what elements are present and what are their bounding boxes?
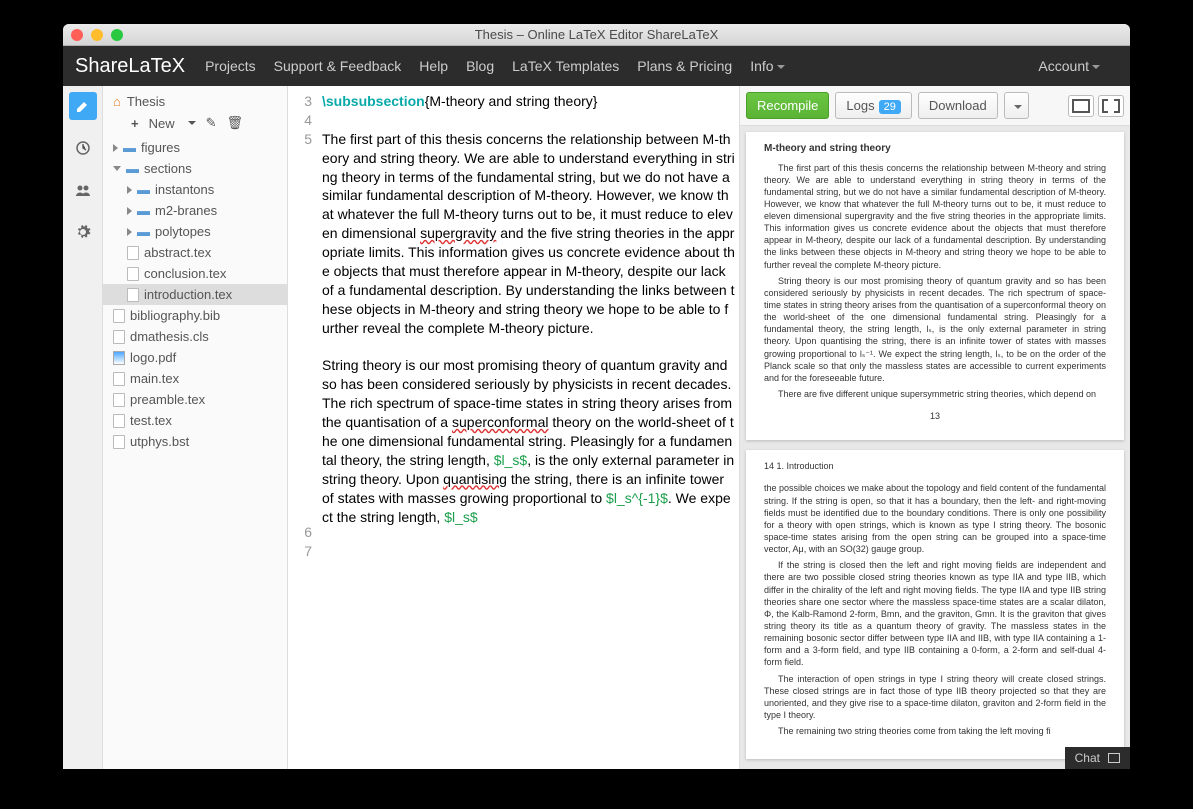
file-preamble-tex[interactable]: preamble.tex (103, 389, 287, 410)
folder-icon: ▬ (123, 140, 136, 155)
split-pane-button[interactable] (1098, 95, 1124, 117)
tree-item-label: logo.pdf (130, 350, 176, 365)
new-plus-icon[interactable]: + (131, 116, 139, 131)
tree-item-label: preamble.tex (130, 392, 205, 407)
tree-item-label: polytopes (155, 224, 211, 239)
tree-item-label: test.tex (130, 413, 172, 428)
settings-icon[interactable] (69, 218, 97, 246)
file-icon (127, 267, 139, 281)
chevron-icon (113, 166, 121, 171)
file-icon (113, 372, 125, 386)
tree-item-label: sections (144, 161, 192, 176)
left-rail (63, 86, 103, 769)
delete-icon[interactable]: 🗑 (227, 115, 244, 131)
rename-icon[interactable]: ✎ (206, 115, 217, 131)
folder-icon: ▬ (126, 161, 139, 176)
file-abstract-tex[interactable]: abstract.tex (103, 242, 287, 263)
file-test-tex[interactable]: test.tex (103, 410, 287, 431)
folder-figures[interactable]: ▬ figures (103, 137, 287, 158)
logs-count-badge: 29 (879, 100, 901, 114)
window-title: Thesis – Online LaTeX Editor ShareLaTeX (63, 27, 1130, 42)
tree-item-label: instantons (155, 182, 214, 197)
file-dmathesis-cls[interactable]: dmathesis.cls (103, 326, 287, 347)
tree-item-label: main.tex (130, 371, 179, 386)
file-bibliography-bib[interactable]: bibliography.bib (103, 305, 287, 326)
file-logo-pdf[interactable]: logo.pdf (103, 347, 287, 368)
pdf-section-title: M-theory and string theory (764, 142, 1106, 156)
edit-icon[interactable] (69, 92, 97, 120)
chevron-icon (113, 144, 118, 152)
logs-button[interactable]: Logs29 (835, 92, 911, 119)
folder-sections[interactable]: ▬ sections (103, 158, 287, 179)
nav-projects[interactable]: Projects (205, 58, 256, 74)
nav-help[interactable]: Help (419, 58, 448, 74)
tree-item-label: bibliography.bib (130, 308, 220, 323)
file-utphys-bst[interactable]: utphys.bst (103, 431, 287, 452)
file-tree: ⌂ Thesis + New ✎ 🗑 ▬figures▬sections▬ins… (103, 86, 288, 769)
home-icon: ⌂ (113, 94, 121, 109)
tree-item-label: utphys.bst (130, 434, 189, 449)
file-main-tex[interactable]: main.tex (103, 368, 287, 389)
brand-logo[interactable]: ShareLaTeX (75, 55, 185, 78)
file-icon (113, 330, 125, 344)
titlebar: Thesis – Online LaTeX Editor ShareLaTeX (63, 24, 1130, 46)
file-icon (113, 414, 125, 428)
chevron-icon (127, 228, 132, 236)
share-icon[interactable] (69, 176, 97, 204)
folder-instantons[interactable]: ▬ instantons (103, 179, 287, 200)
chevron-icon (127, 186, 132, 194)
nav-plans[interactable]: Plans & Pricing (637, 58, 732, 74)
code-editor[interactable]: 34567 \subsubsection{M-theory and string… (288, 86, 740, 769)
new-button[interactable]: New (149, 116, 175, 131)
file-icon (113, 393, 125, 407)
download-button[interactable]: Download (918, 92, 998, 119)
chat-icon (1108, 753, 1120, 763)
new-caret-icon[interactable] (188, 121, 196, 125)
tree-item-label: dmathesis.cls (130, 329, 209, 344)
file-icon (127, 288, 139, 302)
folder-icon: ▬ (137, 182, 150, 197)
tree-item-label: introduction.tex (144, 287, 232, 302)
download-caret-button[interactable] (1004, 92, 1029, 119)
top-menubar: ShareLaTeX Projects Support & Feedback H… (63, 46, 1130, 86)
tree-item-label: abstract.tex (144, 245, 211, 260)
file-icon (127, 246, 139, 260)
chat-toggle[interactable]: Chat (1065, 747, 1130, 769)
chevron-icon (127, 207, 132, 215)
recompile-button[interactable]: Recompile (746, 92, 829, 119)
single-pane-button[interactable] (1068, 95, 1094, 117)
chat-label: Chat (1075, 751, 1100, 765)
nav-support[interactable]: Support & Feedback (274, 58, 402, 74)
nav-blog[interactable]: Blog (466, 58, 494, 74)
file-icon (113, 435, 125, 449)
tree-item-label: conclusion.tex (144, 266, 226, 281)
pdf-page-number: 13 (764, 410, 1106, 422)
folder-m2-branes[interactable]: ▬ m2-branes (103, 200, 287, 221)
nav-account[interactable]: Account (1038, 58, 1100, 74)
folder-icon: ▬ (137, 224, 150, 239)
history-icon[interactable] (69, 134, 97, 162)
tree-item-label: figures (141, 140, 180, 155)
file-introduction-tex[interactable]: introduction.tex (103, 284, 287, 305)
tree-item-label: m2-branes (155, 203, 217, 218)
file-conclusion-tex[interactable]: conclusion.tex (103, 263, 287, 284)
folder-icon: ▬ (137, 203, 150, 218)
project-name[interactable]: Thesis (127, 94, 165, 109)
pdf-toolbar: Recompile Logs29 Download (740, 86, 1130, 126)
nav-templates[interactable]: LaTeX Templates (512, 58, 619, 74)
pdf-icon (113, 351, 125, 365)
folder-polytopes[interactable]: ▬ polytopes (103, 221, 287, 242)
pdf-preview[interactable]: M-theory and string theory The first par… (740, 126, 1130, 769)
pdf-page-14: 14 1. Introduction the possible choices … (746, 450, 1124, 759)
pdf-page-header: 14 1. Introduction (764, 460, 1106, 472)
pdf-page-13: M-theory and string theory The first par… (746, 132, 1124, 440)
file-icon (113, 309, 125, 323)
nav-info[interactable]: Info (750, 58, 784, 74)
